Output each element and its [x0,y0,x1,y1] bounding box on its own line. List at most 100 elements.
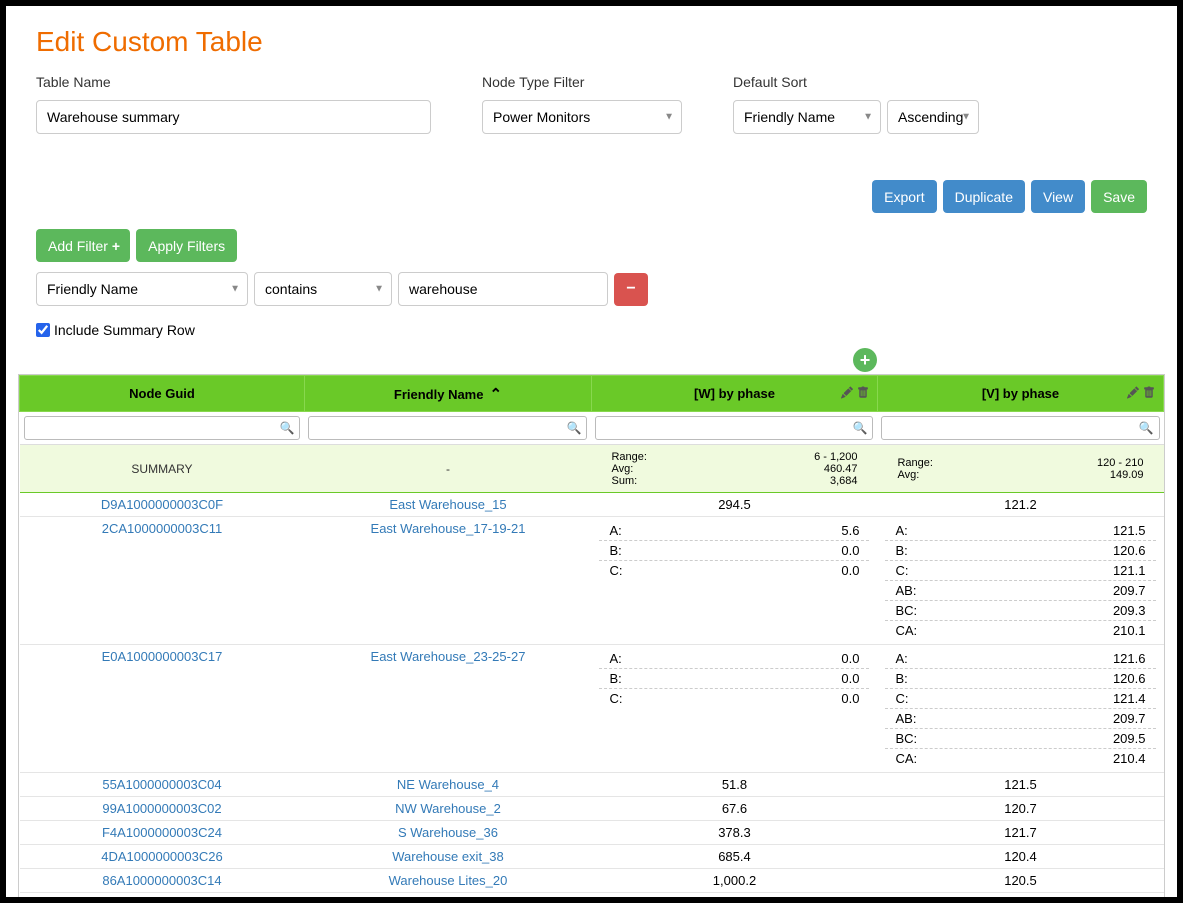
v-cell: 121.5 [877,773,1163,797]
w-cell: 685.4 [591,845,877,869]
table-name-label: Table Name [36,74,431,90]
guid-link[interactable]: 86A1000000003C14 [20,869,305,893]
chevron-down-icon: ▼ [961,112,971,123]
trash-icon[interactable] [857,386,869,401]
search-icon: 🔍 [1139,421,1154,435]
pencil-icon[interactable] [1127,386,1139,401]
name-link[interactable]: East Warehouse_17-19-21 [304,517,591,645]
node-type-filter-label: Node Type Filter [482,74,682,90]
plus-icon: + [860,350,871,371]
guid-link[interactable]: 2CA1000000003C11 [20,517,305,645]
w-cell: 67.6 [591,797,877,821]
summary-v-cell: Range:120 - 210 Avg:149.09 [877,445,1163,493]
w-cell: 294.5 [591,493,877,517]
chevron-down-icon: ▼ [374,284,384,295]
v-cell: 120.5 [877,869,1163,893]
w-cell: 1,200.4 [591,893,877,898]
data-table: Node Guid Friendly Name⌃ [W] by phase [V… [19,375,1164,897]
column-header-v[interactable]: [V] by phase [877,376,1163,412]
column-filter-v[interactable] [881,416,1159,440]
v-cell: A:121.6B:120.6C:121.4AB:209.7BC:209.5CA:… [877,645,1163,773]
table-row: 2CA1000000003C11East Warehouse_17-19-21A… [20,517,1164,645]
column-filter-w[interactable] [595,416,873,440]
name-link[interactable]: Warehouse lites_40 [304,893,591,898]
filter-field-select[interactable]: Friendly Name ▼ [36,272,248,306]
filter-operator-select[interactable]: contains ▼ [254,272,392,306]
node-type-value: Power Monitors [493,109,590,125]
table-row: F4A1000000003C24S Warehouse_36378.3121.7 [20,821,1164,845]
add-column-button[interactable]: + [853,348,877,372]
table-row: D9A1000000003C0FEast Warehouse_15294.512… [20,493,1164,517]
chevron-down-icon: ▼ [664,112,674,123]
v-cell: 121.2 [877,493,1163,517]
guid-link[interactable]: 4DA1000000003C26 [20,845,305,869]
search-icon: 🔍 [567,421,582,435]
v-cell: 120.7 [877,797,1163,821]
add-filter-button[interactable]: Add Filter+ [36,229,130,262]
table-row: 86A1000000003C14Warehouse Lites_201,000.… [20,869,1164,893]
v-cell: 120.4 [877,845,1163,869]
column-header-guid[interactable]: Node Guid [20,376,305,412]
include-summary-input[interactable] [36,323,50,337]
v-cell: A:121.5B:120.6C:121.1AB:209.7BC:209.3CA:… [877,517,1163,645]
page-title: Edit Custom Table [36,26,1147,58]
name-link[interactable]: NW Warehouse_2 [304,797,591,821]
guid-link[interactable]: D9A1000000003C0F [20,493,305,517]
duplicate-button[interactable]: Duplicate [943,180,1025,213]
w-cell: 1,000.2 [591,869,877,893]
include-summary-checkbox[interactable]: Include Summary Row [36,322,1147,338]
guid-link[interactable]: 99A1000000003C02 [20,797,305,821]
guid-link[interactable]: E0A1000000003C17 [20,645,305,773]
summary-name-cell: - [304,445,591,493]
trash-icon[interactable] [1143,386,1155,401]
name-link[interactable]: Warehouse Lites_20 [304,869,591,893]
table-row: 6BA1000000003C28Warehouse lites_401,200.… [20,893,1164,898]
remove-filter-button[interactable]: − [614,273,648,306]
table-row: E0A1000000003C17East Warehouse_23-25-27A… [20,645,1164,773]
summary-w-cell: Range:6 - 1,200 Avg:460.47 Sum:3,684 [591,445,877,493]
column-filter-guid[interactable] [24,416,301,440]
sort-field-value: Friendly Name [744,109,835,125]
sort-direction-select[interactable]: Ascending ▼ [887,100,979,134]
sort-ascending-icon: ⌃ [489,386,502,403]
chevron-down-icon: ▼ [863,112,873,123]
name-link[interactable]: NE Warehouse_4 [304,773,591,797]
filter-field-value: Friendly Name [47,281,138,297]
filter-operator-value: contains [265,281,317,297]
plus-icon: + [112,238,120,254]
apply-filters-button[interactable]: Apply Filters [136,229,237,262]
column-header-w[interactable]: [W] by phase [591,376,877,412]
table-name-input[interactable] [36,100,431,134]
column-filter-name[interactable] [308,416,587,440]
default-sort-label: Default Sort [733,74,979,90]
search-icon: 🔍 [853,421,868,435]
table-row: 55A1000000003C04NE Warehouse_451.8121.5 [20,773,1164,797]
w-cell: A:5.6B:0.0C:0.0 [591,517,877,645]
search-icon: 🔍 [280,421,295,435]
name-link[interactable]: S Warehouse_36 [304,821,591,845]
sort-field-select[interactable]: Friendly Name ▼ [733,100,881,134]
minus-icon: − [626,280,635,297]
export-button[interactable]: Export [872,180,936,213]
column-header-name[interactable]: Friendly Name⌃ [304,376,591,412]
sort-direction-value: Ascending [898,109,963,125]
v-cell: 121.3 [877,893,1163,898]
chevron-down-icon: ▼ [230,284,240,295]
node-type-select[interactable]: Power Monitors ▼ [482,100,682,134]
name-link[interactable]: East Warehouse_23-25-27 [304,645,591,773]
w-cell: 378.3 [591,821,877,845]
save-button[interactable]: Save [1091,180,1147,213]
filter-value-input[interactable] [398,272,608,306]
view-button[interactable]: View [1031,180,1085,213]
name-link[interactable]: East Warehouse_15 [304,493,591,517]
name-link[interactable]: Warehouse exit_38 [304,845,591,869]
w-cell: A:0.0B:0.0C:0.0 [591,645,877,773]
guid-link[interactable]: 55A1000000003C04 [20,773,305,797]
table-row: 99A1000000003C02NW Warehouse_267.6120.7 [20,797,1164,821]
include-summary-label: Include Summary Row [54,322,195,338]
w-cell: 51.8 [591,773,877,797]
guid-link[interactable]: 6BA1000000003C28 [20,893,305,898]
guid-link[interactable]: F4A1000000003C24 [20,821,305,845]
pencil-icon[interactable] [841,386,853,401]
v-cell: 121.7 [877,821,1163,845]
